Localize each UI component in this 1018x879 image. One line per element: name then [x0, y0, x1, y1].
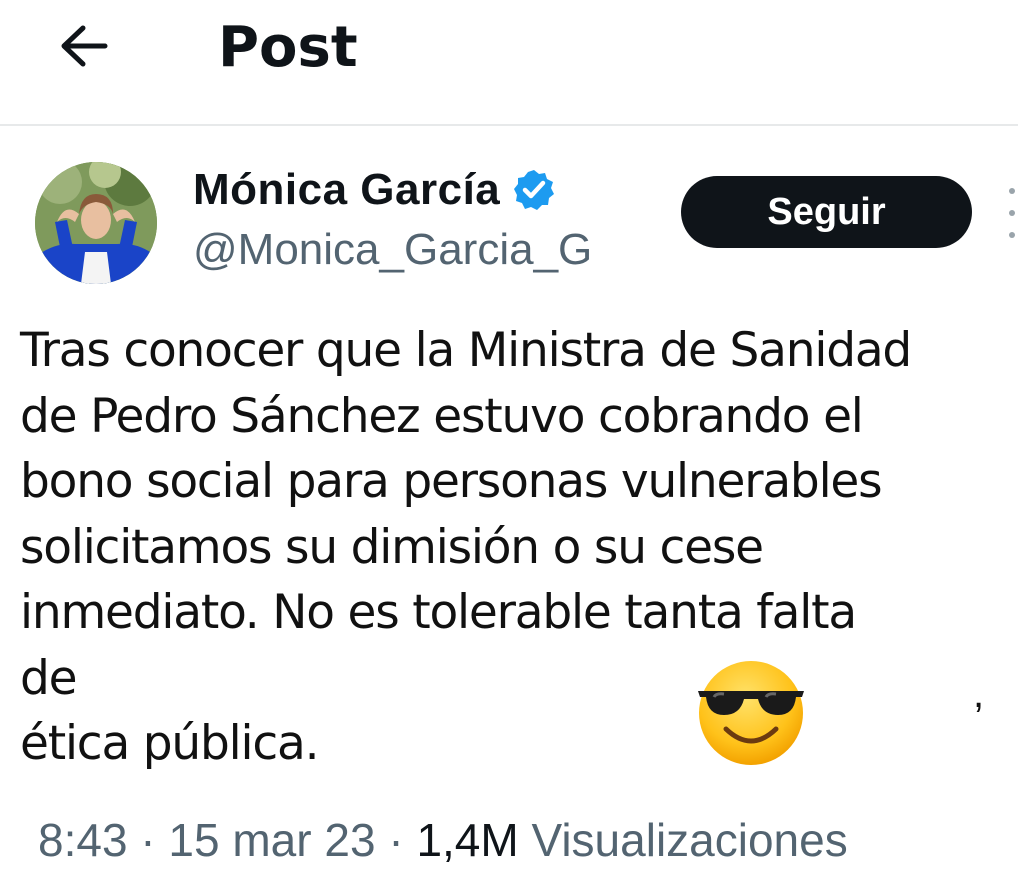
more-vertical-icon[interactable]: [1006, 188, 1018, 238]
verified-badge-icon: [514, 170, 555, 210]
author-name[interactable]: Mónica García: [193, 165, 500, 215]
avatar[interactable]: [35, 162, 157, 284]
separator: ·: [127, 814, 169, 866]
top-bar: Post: [0, 0, 1018, 126]
follow-button[interactable]: Seguir: [681, 176, 972, 248]
arrow-left-icon: [61, 25, 108, 67]
page-title: Post: [218, 15, 358, 80]
dot: [1009, 210, 1015, 216]
views-label: Visualizaciones: [531, 814, 848, 866]
tweet-date[interactable]: 15 mar 23: [168, 814, 375, 866]
views-count: 1,4M: [416, 814, 519, 866]
back-button[interactable]: [52, 14, 116, 78]
author-handle[interactable]: @Monica_Garcia_G: [193, 222, 592, 278]
trailing-comma: ,: [973, 672, 985, 716]
separator: ·: [375, 814, 417, 866]
author-name-row: Mónica García: [193, 160, 556, 220]
dot: [1009, 232, 1015, 238]
tweet-meta: 8:43 · 15 mar 23 · 1,4M Visualizaciones: [38, 810, 848, 870]
profile-photo: [35, 162, 157, 284]
tweet-time[interactable]: 8:43: [38, 814, 128, 866]
dot: [1009, 188, 1015, 194]
smiling-face-with-sunglasses-icon: [698, 661, 804, 765]
